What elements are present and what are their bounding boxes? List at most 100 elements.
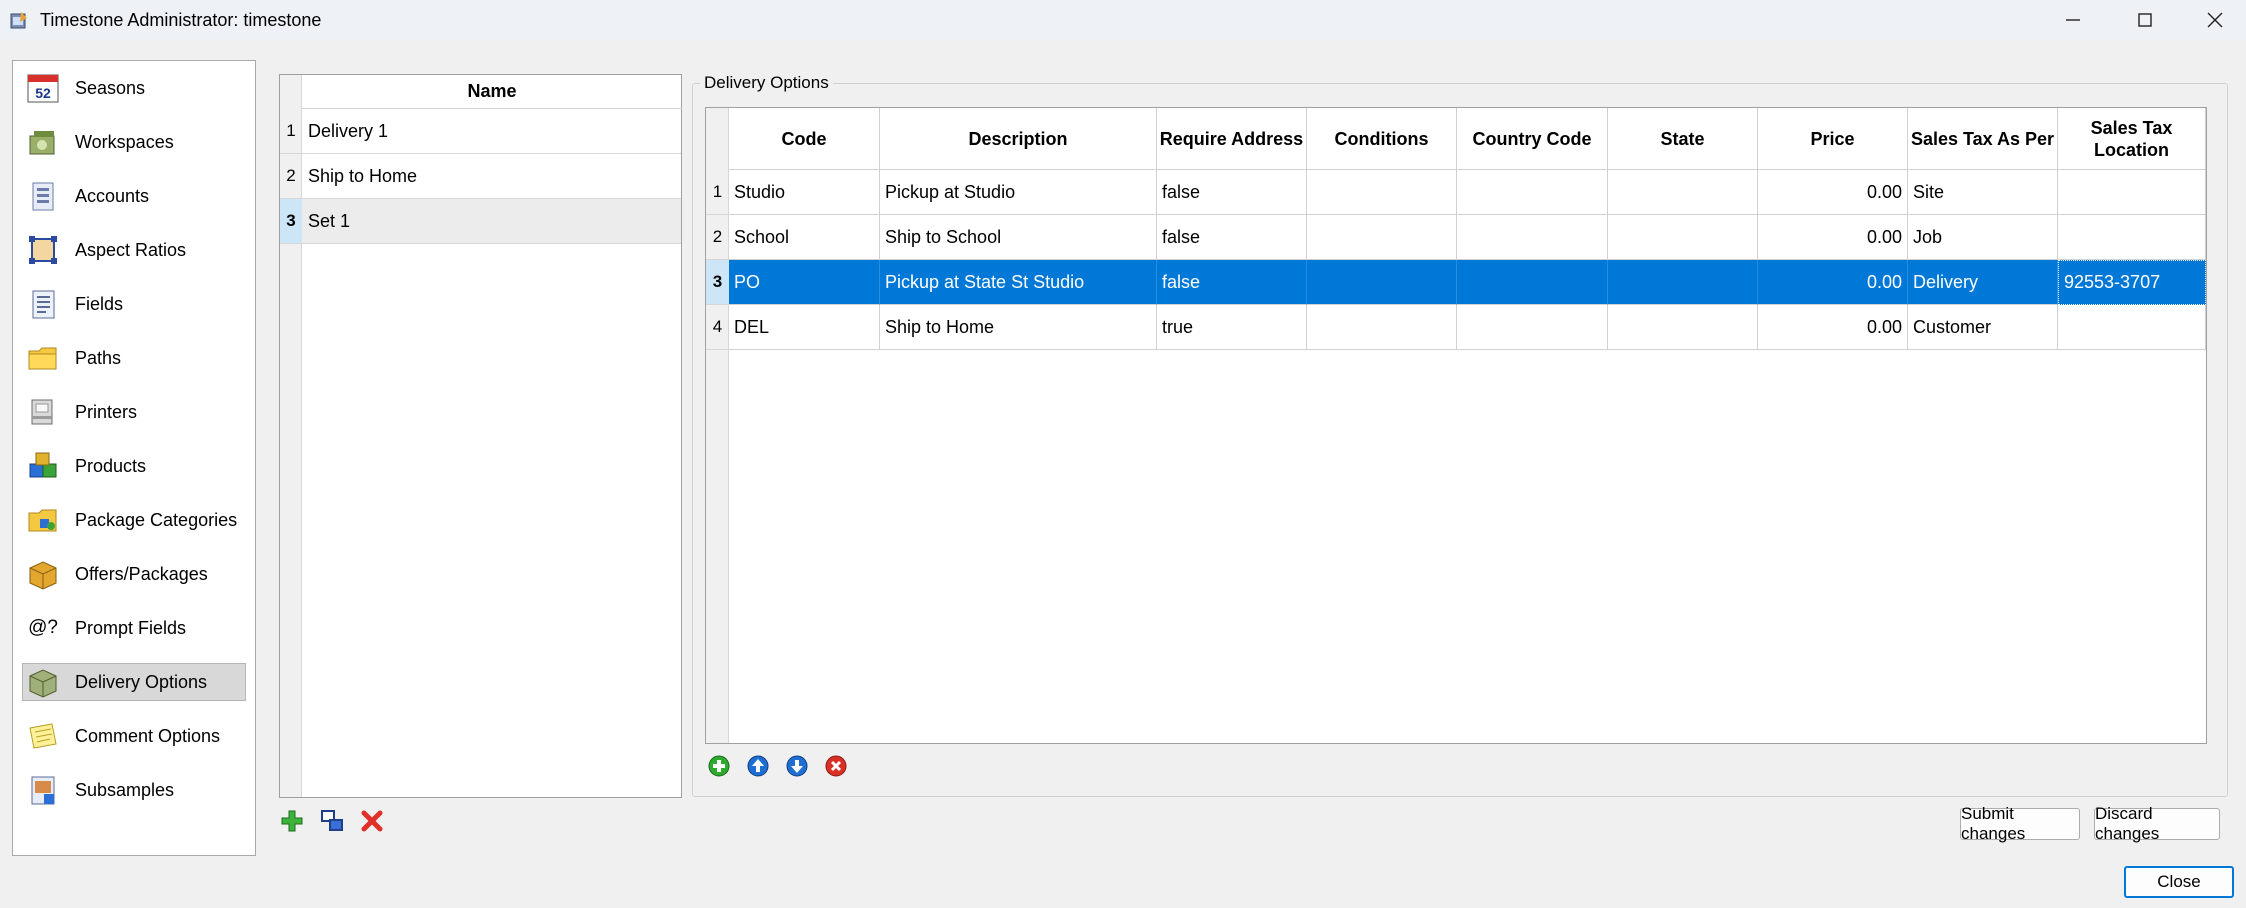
cell-code[interactable]: School — [729, 215, 880, 260]
add-row-button[interactable] — [706, 753, 732, 779]
nav-item-seasons[interactable]: 52 Seasons — [22, 69, 246, 107]
cell-price[interactable]: 0.00 — [1758, 170, 1908, 215]
nav-item-label: Printers — [75, 401, 138, 422]
column-header-state[interactable]: State — [1608, 108, 1758, 170]
minimize-button[interactable] — [2038, 0, 2108, 40]
cell-description[interactable]: Pickup at State St Studio — [880, 260, 1157, 305]
move-up-button[interactable] — [745, 753, 771, 779]
cell-description[interactable]: Pickup at Studio — [880, 170, 1157, 215]
comment-note-icon — [25, 719, 61, 753]
cell-sales-tax-location[interactable] — [2058, 305, 2206, 350]
cell-state[interactable] — [1608, 215, 1758, 260]
cell-sales-tax-location[interactable]: 92553-3707 — [2058, 260, 2206, 305]
nav-item-label: Seasons — [75, 77, 146, 98]
list-item[interactable]: 2 Ship to Home — [280, 154, 681, 199]
column-header-conditions[interactable]: Conditions — [1307, 108, 1457, 170]
cell-state[interactable] — [1608, 260, 1758, 305]
name-list[interactable]: Name 1 Delivery 1 2 Ship to Home 3 Set 1 — [279, 74, 682, 798]
submit-changes-button[interactable]: Submit changes — [1960, 804, 2080, 843]
row-number: 1 — [706, 170, 729, 215]
nav-item-delivery-options[interactable]: Delivery Options — [22, 663, 246, 701]
table-row-selected[interactable]: 3 PO Pickup at State St Studio false 0.0… — [706, 260, 2206, 305]
list-item-name[interactable]: Set 1 — [308, 199, 350, 243]
table-row[interactable]: 1 Studio Pickup at Studio false 0.00 Sit… — [706, 170, 2206, 215]
cell-country-code[interactable] — [1457, 215, 1608, 260]
cell-state[interactable] — [1608, 305, 1758, 350]
nav-item-fields[interactable]: Fields — [22, 285, 246, 323]
nav-item-label: Subsamples — [75, 779, 175, 800]
column-header-sales-tax-location[interactable]: Sales Tax Location — [2058, 108, 2206, 170]
delete-row-button[interactable] — [823, 753, 849, 779]
column-header-price[interactable]: Price — [1758, 108, 1908, 170]
cell-price[interactable]: 0.00 — [1758, 260, 1908, 305]
cell-sales-tax-as-per[interactable]: Delivery — [1908, 260, 2058, 305]
cell-conditions[interactable] — [1307, 260, 1457, 305]
cell-description[interactable]: Ship to Home — [880, 305, 1157, 350]
cell-sales-tax-as-per[interactable]: Site — [1908, 170, 2058, 215]
maximize-button[interactable] — [2110, 0, 2180, 40]
cell-description[interactable]: Ship to School — [880, 215, 1157, 260]
cell-require-address[interactable]: true — [1157, 305, 1307, 350]
list-toolbar — [279, 808, 385, 834]
move-down-button[interactable] — [784, 753, 810, 779]
cell-conditions[interactable] — [1307, 215, 1457, 260]
close-window-button[interactable] — [2180, 0, 2246, 40]
table-row[interactable]: 2 School Ship to School false 0.00 Job — [706, 215, 2206, 260]
list-item-selected[interactable]: 3 Set 1 — [280, 199, 681, 244]
column-header-require-address[interactable]: Require Address — [1157, 108, 1307, 170]
products-icon — [25, 449, 61, 483]
nav-item-label: Paths — [75, 347, 122, 368]
nav-item-label: Fields — [75, 293, 124, 314]
nav-item-aspect-ratios[interactable]: Aspect Ratios — [22, 231, 246, 269]
cell-country-code[interactable] — [1457, 170, 1608, 215]
delivery-options-grid[interactable]: Code Description Require Address Conditi… — [705, 107, 2207, 744]
printer-icon — [25, 395, 61, 429]
nav-item-products[interactable]: Products — [22, 447, 246, 485]
add-set-button[interactable] — [279, 808, 305, 834]
delete-set-button[interactable] — [359, 808, 385, 834]
list-item-name[interactable]: Delivery 1 — [308, 109, 388, 153]
row-number: 2 — [706, 215, 729, 260]
nav-item-printers[interactable]: Printers — [22, 393, 246, 431]
cell-sales-tax-as-per[interactable]: Customer — [1908, 305, 2058, 350]
cell-sales-tax-as-per[interactable]: Job — [1908, 215, 2058, 260]
nav-item-paths[interactable]: Paths — [22, 339, 246, 377]
fields-icon — [25, 287, 61, 321]
cell-price[interactable]: 0.00 — [1758, 215, 1908, 260]
nav-item-prompt-fields[interactable]: @? Prompt Fields — [22, 609, 246, 647]
cell-code[interactable]: DEL — [729, 305, 880, 350]
close-button[interactable]: Close — [2124, 866, 2234, 898]
cell-country-code[interactable] — [1457, 305, 1608, 350]
nav-item-comment-options[interactable]: Comment Options — [22, 717, 246, 755]
grid-toolbar — [706, 753, 849, 779]
column-header-country-code[interactable]: Country Code — [1457, 108, 1608, 170]
cell-country-code[interactable] — [1457, 260, 1608, 305]
table-row[interactable]: 4 DEL Ship to Home true 0.00 Customer — [706, 305, 2206, 350]
cell-require-address[interactable]: false — [1157, 170, 1307, 215]
nav-item-workspaces[interactable]: Workspaces — [22, 123, 246, 161]
column-header-description[interactable]: Description — [880, 108, 1157, 170]
cell-price[interactable]: 0.00 — [1758, 305, 1908, 350]
cell-sales-tax-location[interactable] — [2058, 170, 2206, 215]
cell-conditions[interactable] — [1307, 305, 1457, 350]
nav-item-package-categories[interactable]: Package Categories — [22, 501, 246, 539]
cell-code[interactable]: Studio — [729, 170, 880, 215]
nav-item-label: Prompt Fields — [75, 617, 187, 638]
column-header-sales-tax-as-per[interactable]: Sales Tax As Per — [1908, 108, 2058, 170]
discard-changes-button[interactable]: Discard changes — [2094, 804, 2220, 843]
list-item[interactable]: 1 Delivery 1 — [280, 109, 681, 154]
name-column-header[interactable]: Name — [302, 75, 682, 109]
cell-sales-tax-location[interactable] — [2058, 215, 2206, 260]
cell-conditions[interactable] — [1307, 170, 1457, 215]
cell-code[interactable]: PO — [729, 260, 880, 305]
nav-item-offers-packages[interactable]: Offers/Packages — [22, 555, 246, 593]
copy-set-button[interactable] — [319, 808, 345, 834]
cell-require-address[interactable]: false — [1157, 215, 1307, 260]
nav-item-accounts[interactable]: Accounts — [22, 177, 246, 215]
nav-item-label: Workspaces — [75, 131, 174, 152]
cell-require-address[interactable]: false — [1157, 260, 1307, 305]
cell-state[interactable] — [1608, 170, 1758, 215]
list-item-name[interactable]: Ship to Home — [308, 154, 417, 198]
column-header-code[interactable]: Code — [729, 108, 880, 170]
nav-item-subsamples[interactable]: Subsamples — [22, 771, 246, 809]
